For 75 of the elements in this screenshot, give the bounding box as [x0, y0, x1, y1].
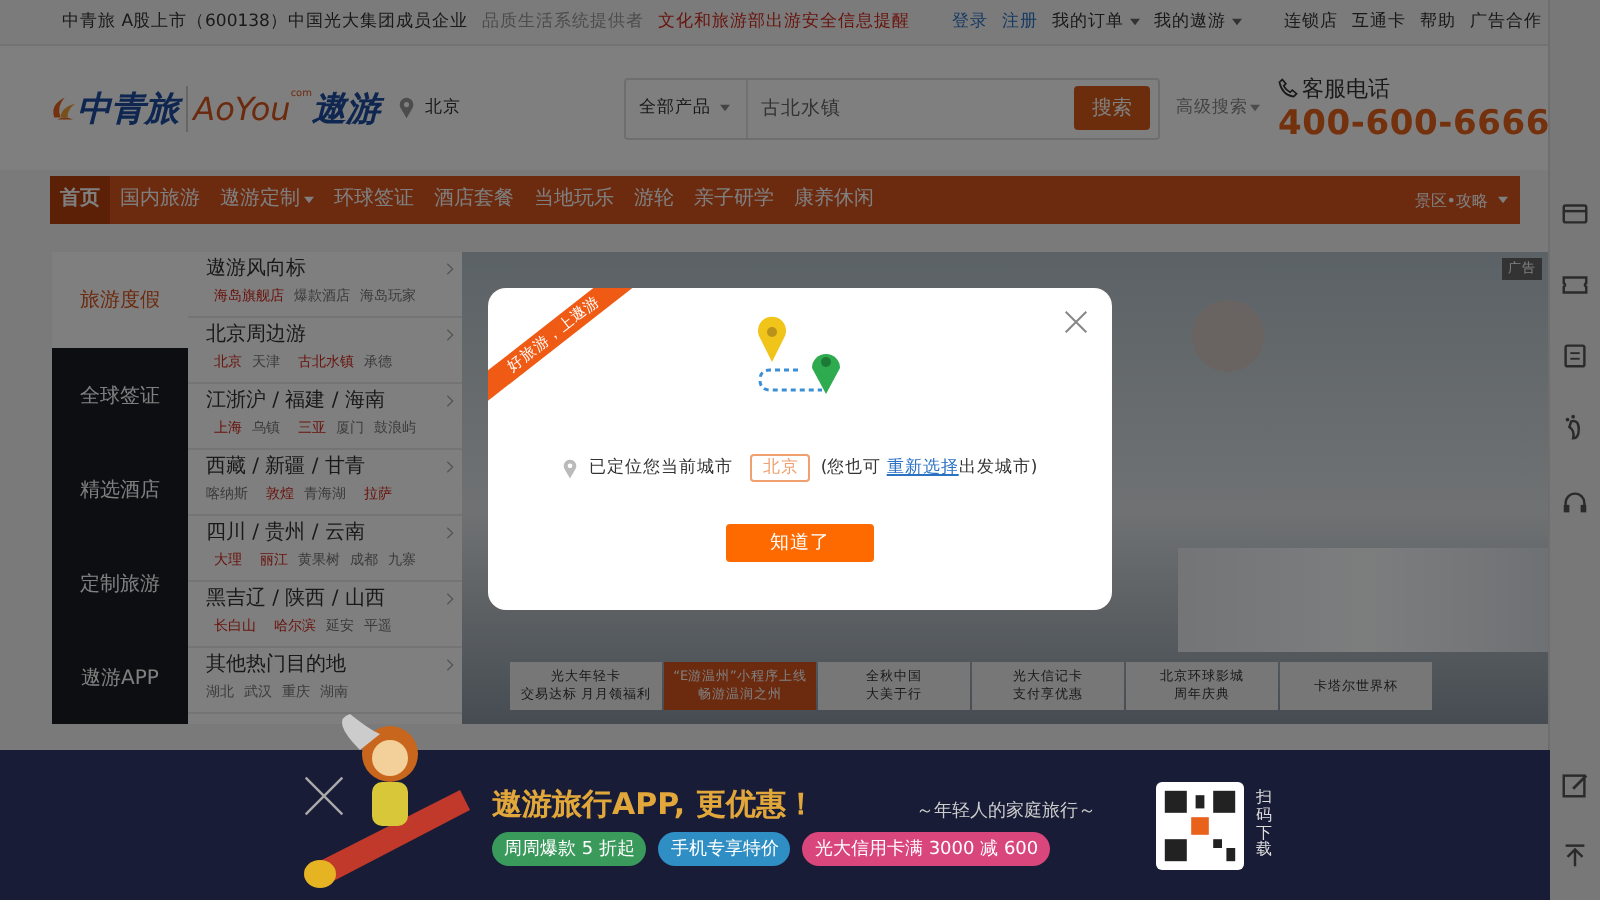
headset-icon[interactable]	[1560, 488, 1590, 518]
nav-item[interactable]: 康养休闲	[784, 176, 884, 224]
chevron-icon	[446, 591, 454, 605]
caret-icon	[1231, 18, 1242, 26]
current-city[interactable]: 北京	[425, 96, 615, 120]
logo-text: 遨游	[312, 85, 380, 131]
qr-code-icon	[1156, 781, 1244, 869]
back-to-top-icon[interactable]	[1560, 840, 1590, 870]
card-icon[interactable]	[1560, 198, 1590, 228]
location-pin-icon	[398, 96, 416, 120]
nav-item[interactable]: 首页	[50, 176, 110, 224]
top-link[interactable]: 互通卡	[1352, 10, 1406, 34]
chevron-icon	[446, 657, 454, 671]
category-tab[interactable]: 全球签证	[52, 348, 188, 442]
caret-icon	[1498, 196, 1508, 204]
edit-icon[interactable]	[1560, 770, 1590, 800]
login-link[interactable]: 登录	[951, 10, 988, 34]
location-message: 已定位您当前城市	[588, 456, 733, 480]
logo-brand: AoYou	[193, 89, 291, 127]
company-notice: 中青旅 A股上市（600138）中国光大集团成员企业	[62, 10, 468, 34]
promo-tag: 周周爆款 5 折起	[492, 831, 647, 865]
caret-icon	[720, 104, 731, 112]
nav-link[interactable]: 景区•攻略	[1414, 189, 1498, 211]
reselect-hint: (您也可 重新选择出发城市)	[820, 456, 1038, 480]
phone-icon	[1278, 78, 1298, 98]
dropdown-menu[interactable]: 我的订单	[1051, 10, 1124, 34]
destination-title[interactable]: 江浙沪 / 福建 / 海南	[206, 386, 385, 414]
ticket-icon[interactable]	[1560, 270, 1590, 300]
nav-item[interactable]: 环球签证	[324, 176, 424, 224]
register-link[interactable]: 注册	[1001, 10, 1038, 34]
category-tab[interactable]: 精选酒店	[52, 442, 188, 536]
nav-item[interactable]: 当地玩乐	[524, 176, 624, 224]
advanced-search-link[interactable]: 高级搜索	[1176, 96, 1248, 120]
app-promo-title: 遨游旅行APP, 更优惠！	[492, 785, 816, 823]
promo-tag: 光大信用卡满 3000 减 600	[802, 831, 1051, 865]
hotline-number: 400-600-6666	[1278, 103, 1550, 143]
hotline-label: 客服电话	[1302, 73, 1390, 103]
close-icon[interactable]	[1064, 310, 1088, 334]
category-tab[interactable]: 旅游度假	[52, 252, 188, 348]
close-icon[interactable]	[302, 774, 346, 818]
destination-title[interactable]: 黑吉辽 / 陕西 / 山西	[206, 584, 385, 612]
category-tab[interactable]: 遨游APP	[52, 630, 188, 724]
qr-label: 扫码下载	[1256, 789, 1272, 861]
caret-icon	[1250, 104, 1260, 112]
nav-item[interactable]: 亲子研学	[684, 176, 784, 224]
chevron-icon	[446, 459, 454, 473]
confirm-button[interactable]: 知道了	[726, 524, 874, 562]
safety-alert-link[interactable]: 文化和旅游部出游安全信息提醒	[657, 10, 910, 34]
destination-title[interactable]: 西藏 / 新疆 / 甘青	[206, 452, 365, 480]
promo-tag: 手机专享特价	[658, 831, 791, 865]
chevron-icon	[446, 525, 454, 539]
chevron-icon	[446, 261, 454, 275]
nav-item[interactable]: 游轮	[624, 176, 684, 224]
destination-title[interactable]: 遨游风向标	[206, 254, 306, 282]
top-link[interactable]: 帮助	[1420, 10, 1456, 34]
top-link[interactable]: 广告合作	[1470, 10, 1542, 34]
top-link[interactable]: 连锁店	[1284, 10, 1338, 34]
nav-item[interactable]: 国内旅游	[110, 176, 210, 224]
logo-text: 中青旅	[77, 85, 188, 131]
city-field[interactable]: 北京	[750, 454, 811, 482]
dropdown-menu[interactable]: 我的遨游	[1153, 10, 1226, 34]
destination-title[interactable]: 四川 / 贵州 / 云南	[206, 518, 365, 546]
category-tab[interactable]: 定制旅游	[52, 536, 188, 630]
location-pin-icon	[562, 457, 579, 479]
reselect-link[interactable]: 重新选择	[886, 458, 959, 478]
nav-item[interactable]: 酒店套餐	[424, 176, 524, 224]
search-button[interactable]: 搜索	[1074, 86, 1150, 130]
destination-title[interactable]: 北京周边游	[206, 320, 306, 348]
chevron-icon	[446, 393, 454, 407]
clipboard-icon[interactable]	[1560, 340, 1590, 370]
chevron-icon	[446, 327, 454, 341]
nav-item[interactable]: 遨游定制	[210, 176, 310, 224]
caret-icon	[1129, 18, 1140, 26]
app-promo-subtitle: ～年轻人的家庭旅行～	[916, 799, 1096, 824]
destination-title[interactable]: 其他热门目的地	[206, 650, 346, 678]
